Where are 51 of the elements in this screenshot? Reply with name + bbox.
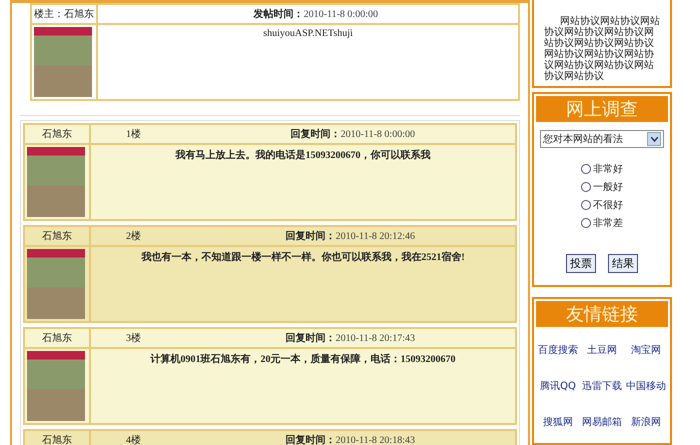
friend-link[interactable]: 迅雷下载	[580, 379, 624, 393]
friend-link[interactable]: 百度搜索	[536, 343, 580, 357]
post-time: 2010-11-8 0:00:00	[304, 8, 378, 20]
author-name: 石旭东	[25, 431, 89, 445]
post-content: shuiyouASP.NETshuji	[263, 28, 353, 39]
reply-content: 计算机0901班石旭东有，20元一本，质量有保障，电话：15093200670	[150, 354, 456, 365]
option-label: 非常好	[593, 162, 623, 176]
friend-link[interactable]: 网易邮箱	[580, 415, 624, 429]
option-label: 一般好	[593, 181, 623, 194]
friend-link[interactable]: 腾讯QQ	[536, 379, 580, 393]
friend-link[interactable]: 搜狐网	[536, 415, 580, 429]
avatar-photo-placeholder	[34, 27, 92, 97]
author-name: 石旭东	[25, 125, 89, 143]
links-title: 友情链接	[536, 301, 668, 327]
friend-link[interactable]: 淘宝网	[624, 343, 668, 357]
option-label: 不很好	[593, 199, 623, 212]
reply-time: 2010-11-8 20:17:43	[336, 333, 415, 344]
notice-text: 网站协议网站协议网站协议网站协议网站协议网站协议网站协议网站协议网站协议网站协议网站协议网站协议网站协议网站协议网站协议	[544, 16, 660, 82]
reply-time: 2010-11-8 0:00:00	[340, 129, 415, 140]
avatar-photo-placeholder	[27, 351, 85, 421]
survey-button[interactable]: 投票	[566, 254, 596, 273]
radio-button[interactable]	[581, 200, 591, 210]
survey-title: 网上调查	[536, 96, 668, 122]
time-label: 回复时间：	[286, 231, 336, 242]
option-label: 非常差	[593, 216, 623, 230]
author-name: 石旭东	[25, 227, 89, 245]
survey-select[interactable]: 您对本网站的看法	[540, 130, 664, 148]
reply-time: 2010-11-8 20:12:46	[336, 231, 415, 242]
radio-button[interactable]	[581, 218, 591, 228]
time-label: 发帖时间：	[254, 8, 304, 21]
reply-time: 2010-11-8 20:18:43	[336, 435, 415, 445]
friend-link[interactable]: 土豆网	[580, 343, 624, 357]
avatar-photo-placeholder	[27, 147, 85, 217]
author-label: 楼主：石旭东	[32, 5, 96, 23]
floor-number: 3楼	[126, 332, 141, 345]
floor-number: 2楼	[126, 230, 141, 243]
time-label: 回复时间：	[286, 333, 336, 344]
reply-content: 我也有一本，不知道跟一楼一样不一样。你也可以联系我，我在2521宿舍!	[141, 252, 465, 263]
floor-number: 4楼	[126, 434, 141, 445]
radio-button[interactable]	[581, 164, 591, 174]
author-name: 石旭东	[25, 329, 89, 347]
time-label: 回复时间：	[286, 435, 336, 445]
avatar-photo-placeholder	[27, 249, 85, 319]
time-label: 回复时间：	[290, 129, 341, 140]
survey-button[interactable]: 结果	[608, 254, 638, 273]
friend-link[interactable]: 新浪网	[624, 415, 668, 429]
reply-content: 我有马上放上去。我的电话是15093200670，你可以联系我	[176, 150, 430, 161]
floor-number: 1楼	[126, 128, 141, 141]
caret-icon	[647, 132, 661, 146]
friend-link[interactable]: 中国移动	[624, 379, 668, 393]
radio-button[interactable]	[581, 182, 591, 192]
